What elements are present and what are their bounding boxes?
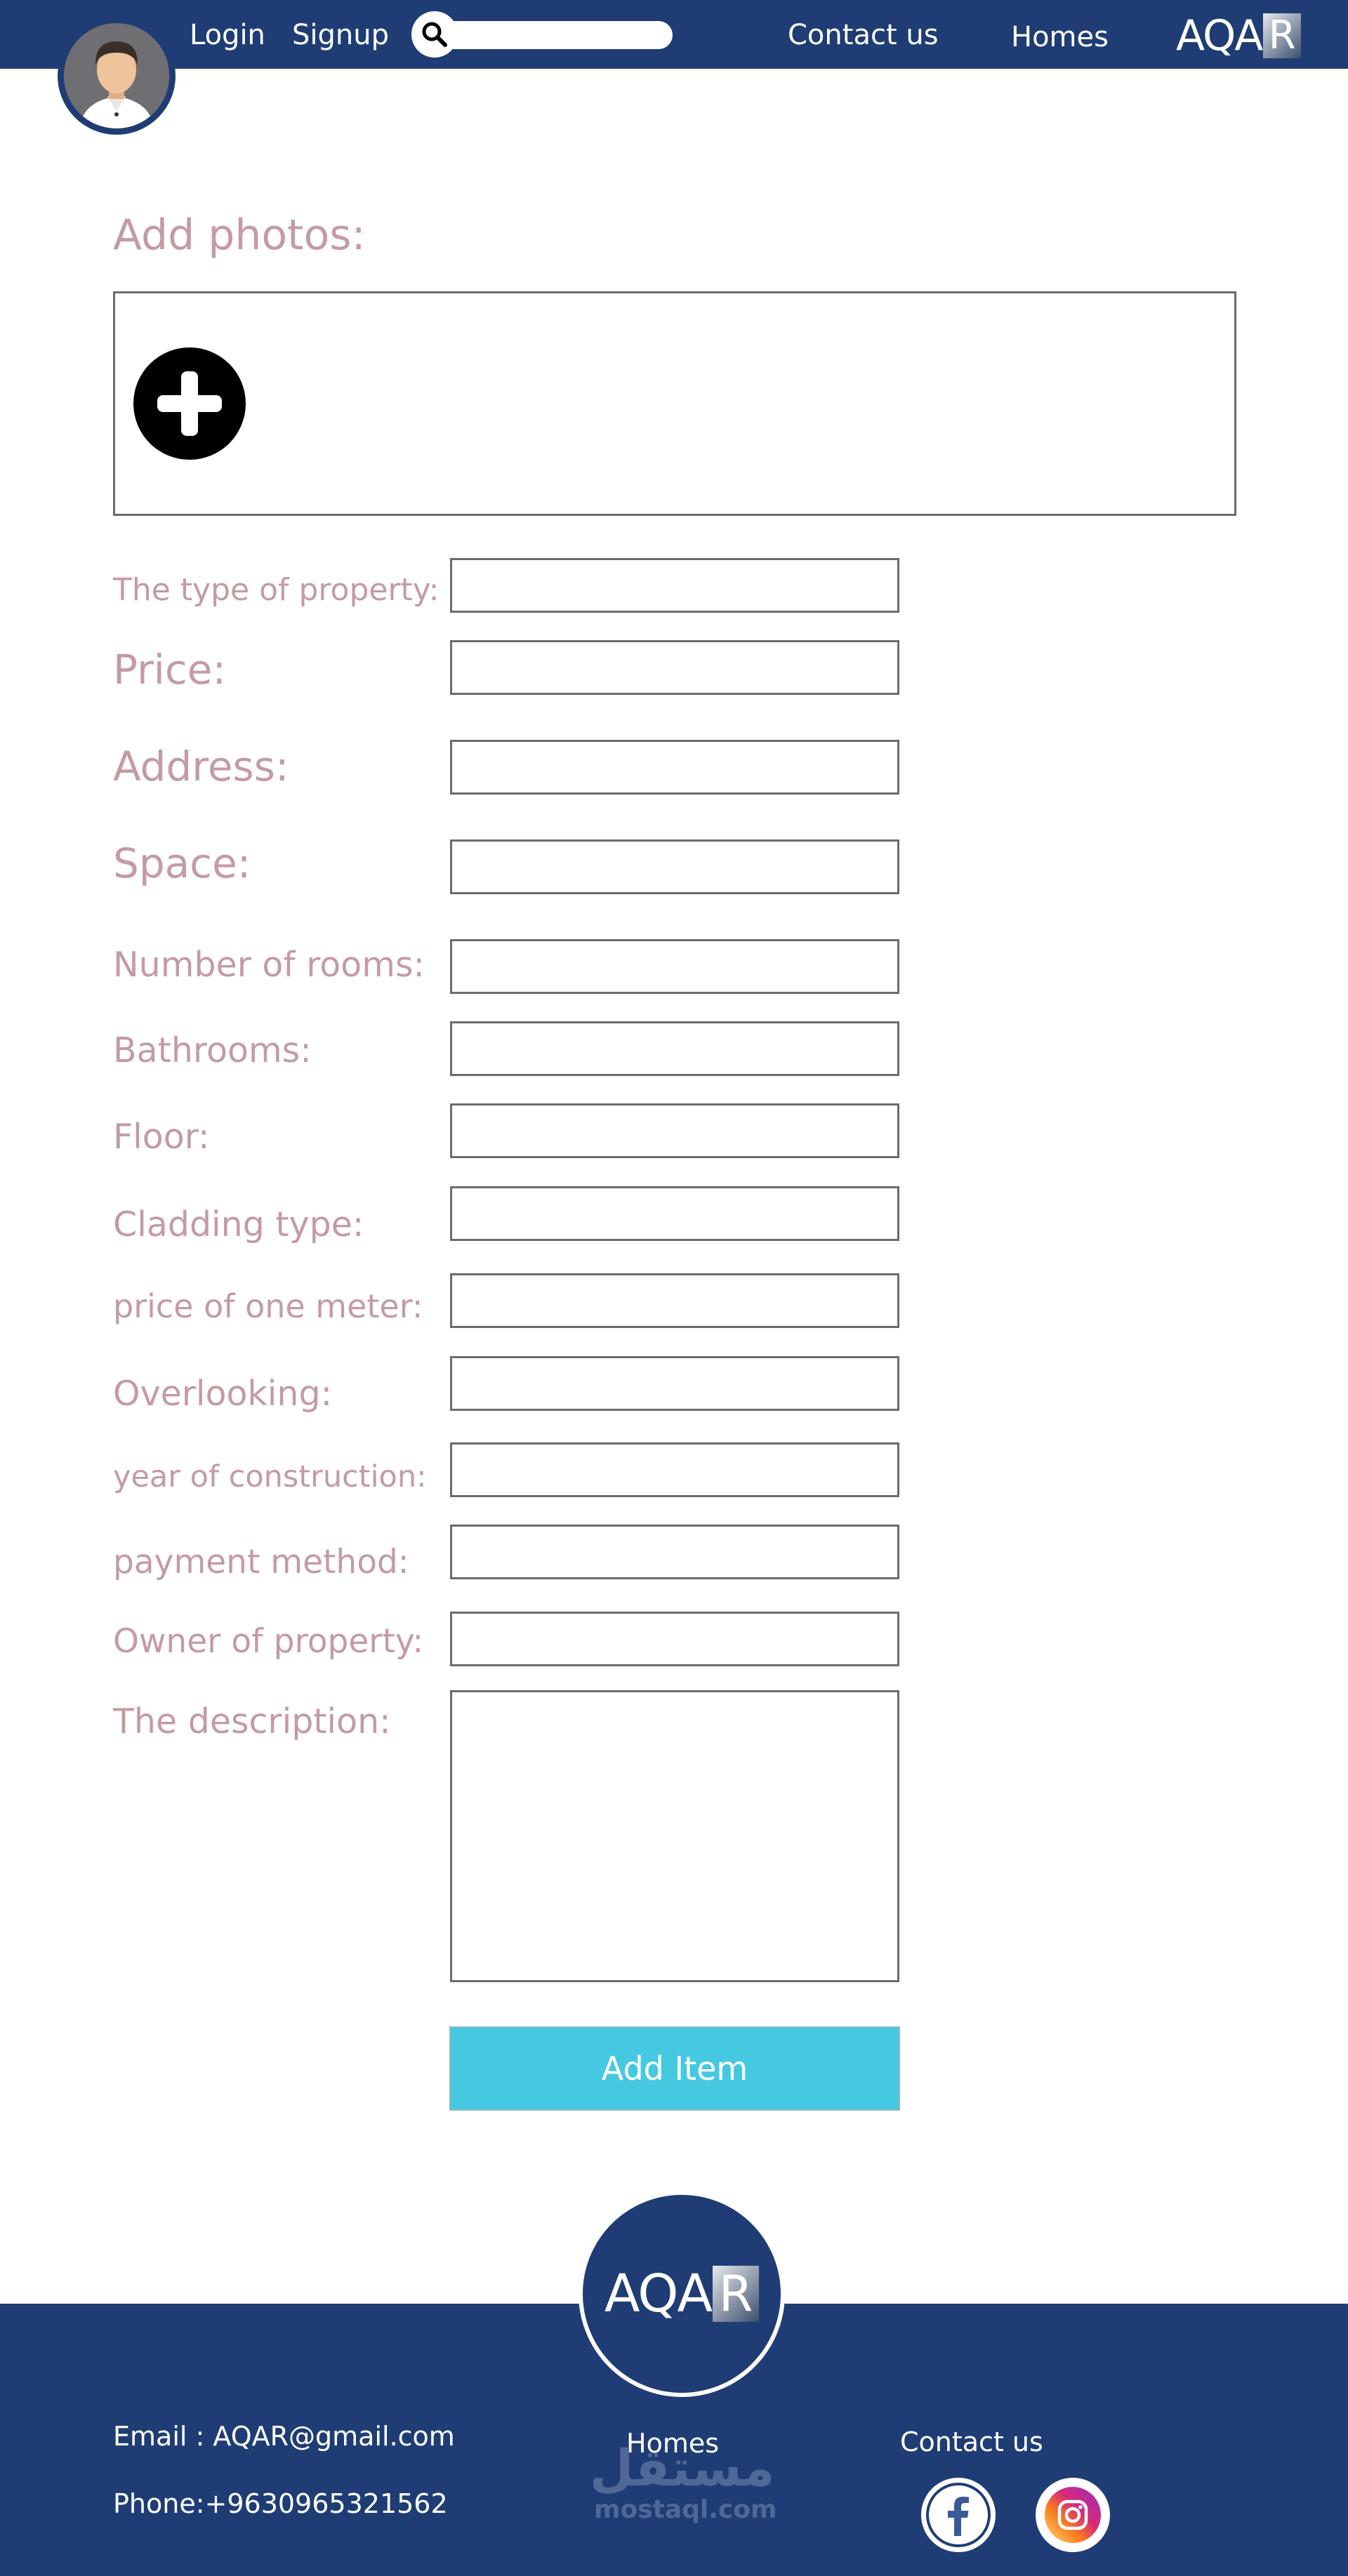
label-price-meter: price of one meter: [113, 1287, 423, 1325]
input-description[interactable] [450, 1690, 899, 1982]
login-link[interactable]: Login [190, 21, 265, 49]
facebook-button[interactable] [921, 2478, 996, 2552]
label-description: The description: [113, 1701, 391, 1741]
instagram-icon [1045, 2487, 1101, 2543]
nav-contact-us[interactable]: Contact us [788, 21, 939, 49]
photo-dropzone[interactable] [113, 291, 1236, 516]
footer-brand-text: AQA [604, 2264, 713, 2324]
label-overlooking: Overlooking: [113, 1374, 333, 1414]
watermark-arabic: مستقل [590, 2438, 775, 2497]
input-address[interactable] [450, 740, 899, 795]
label-property-type: The type of property: [113, 572, 440, 608]
input-price[interactable] [450, 640, 899, 695]
label-address: Address: [113, 743, 289, 790]
label-bathrooms: Bathrooms: [113, 1030, 312, 1070]
input-floor[interactable] [450, 1103, 899, 1158]
watermark-url: mostaql.com [594, 2495, 777, 2524]
label-rooms: Number of rooms: [113, 945, 425, 985]
label-floor: Floor: [113, 1117, 210, 1157]
input-cladding[interactable] [450, 1186, 899, 1241]
brand-text: AQA [1176, 11, 1263, 60]
input-bathrooms[interactable] [450, 1021, 899, 1076]
input-rooms[interactable] [450, 939, 899, 994]
plus-circle-icon[interactable] [133, 347, 246, 460]
footer-email: Email : AQAR@gmail.com [113, 2421, 455, 2452]
footer-logo[interactable]: AQA R [579, 2191, 785, 2397]
signup-link[interactable]: Signup [292, 21, 389, 49]
footer-phone: Phone:+9630965321562 [113, 2488, 448, 2519]
footer-brand-box-letter: R [713, 2266, 760, 2322]
input-year[interactable] [450, 1442, 899, 1497]
add-item-button[interactable]: Add Item [449, 2026, 900, 2111]
label-space: Space: [113, 839, 251, 887]
label-cladding: Cladding type: [113, 1204, 364, 1244]
brand-logo[interactable]: AQA R [1176, 11, 1302, 60]
input-overlooking[interactable] [450, 1356, 899, 1411]
input-payment[interactable] [450, 1525, 899, 1579]
avatar-icon [64, 23, 169, 128]
search-icon [422, 22, 447, 47]
facebook-icon [926, 2483, 991, 2547]
nav-homes[interactable]: Homes [1011, 23, 1109, 51]
label-owner: Owner of property: [113, 1622, 424, 1661]
input-space[interactable] [450, 839, 899, 894]
instagram-button[interactable] [1036, 2478, 1110, 2552]
brand-box-letter: R [1263, 13, 1302, 58]
search-button[interactable] [411, 11, 458, 58]
input-price-meter[interactable] [450, 1273, 899, 1328]
input-property-type[interactable] [450, 558, 899, 613]
search-input[interactable] [449, 21, 673, 49]
user-avatar[interactable] [58, 17, 176, 135]
footer-contact-link[interactable]: Contact us [900, 2429, 1043, 2455]
add-photos-heading: Add photos: [113, 211, 366, 260]
label-year: year of construction: [113, 1459, 427, 1494]
label-payment: payment method: [113, 1543, 409, 1581]
input-owner[interactable] [450, 1612, 899, 1666]
label-price: Price: [113, 646, 227, 693]
